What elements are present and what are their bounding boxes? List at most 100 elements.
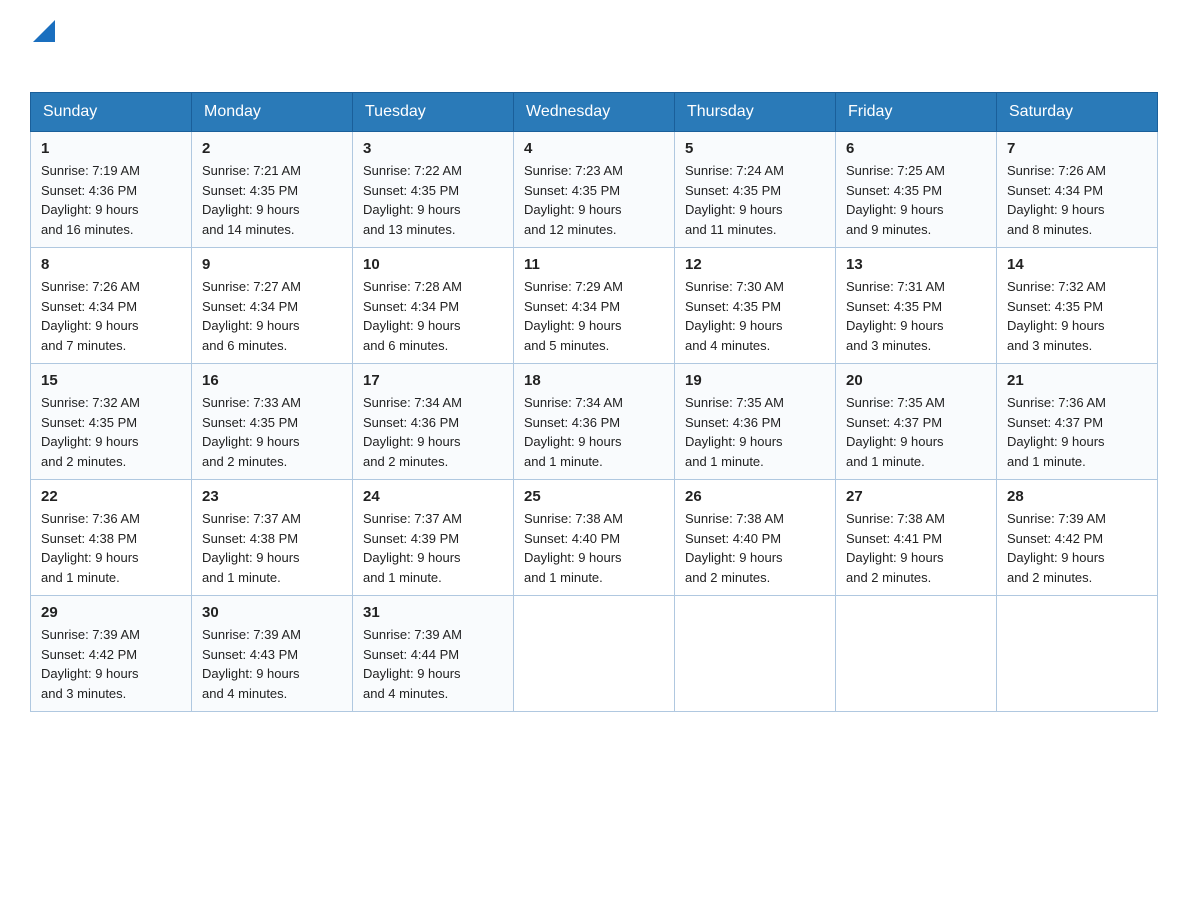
column-header-friday: Friday <box>836 93 997 132</box>
calendar-cell: 9 Sunrise: 7:27 AM Sunset: 4:34 PM Dayli… <box>192 248 353 364</box>
column-header-saturday: Saturday <box>997 93 1158 132</box>
day-number: 17 <box>363 372 503 389</box>
day-info: Sunrise: 7:30 AM Sunset: 4:35 PM Dayligh… <box>685 277 825 355</box>
day-number: 10 <box>363 256 503 273</box>
day-number: 28 <box>1007 488 1147 505</box>
logo-icon <box>33 20 55 44</box>
day-info: Sunrise: 7:21 AM Sunset: 4:35 PM Dayligh… <box>202 161 342 239</box>
calendar-cell: 31 Sunrise: 7:39 AM Sunset: 4:44 PM Dayl… <box>353 596 514 712</box>
day-number: 13 <box>846 256 986 273</box>
day-info: Sunrise: 7:35 AM Sunset: 4:37 PM Dayligh… <box>846 393 986 471</box>
calendar-cell: 21 Sunrise: 7:36 AM Sunset: 4:37 PM Dayl… <box>997 364 1158 480</box>
calendar-week-row: 1 Sunrise: 7:19 AM Sunset: 4:36 PM Dayli… <box>31 132 1158 248</box>
calendar-cell: 27 Sunrise: 7:38 AM Sunset: 4:41 PM Dayl… <box>836 480 997 596</box>
day-number: 14 <box>1007 256 1147 273</box>
day-number: 31 <box>363 604 503 621</box>
day-info: Sunrise: 7:26 AM Sunset: 4:34 PM Dayligh… <box>1007 161 1147 239</box>
day-info: Sunrise: 7:34 AM Sunset: 4:36 PM Dayligh… <box>363 393 503 471</box>
day-info: Sunrise: 7:38 AM Sunset: 4:41 PM Dayligh… <box>846 509 986 587</box>
column-header-wednesday: Wednesday <box>514 93 675 132</box>
calendar-cell: 26 Sunrise: 7:38 AM Sunset: 4:40 PM Dayl… <box>675 480 836 596</box>
day-number: 30 <box>202 604 342 621</box>
calendar-cell: 30 Sunrise: 7:39 AM Sunset: 4:43 PM Dayl… <box>192 596 353 712</box>
column-header-monday: Monday <box>192 93 353 132</box>
day-number: 4 <box>524 140 664 157</box>
day-info: Sunrise: 7:39 AM Sunset: 4:42 PM Dayligh… <box>1007 509 1147 587</box>
day-info: Sunrise: 7:33 AM Sunset: 4:35 PM Dayligh… <box>202 393 342 471</box>
day-number: 12 <box>685 256 825 273</box>
day-info: Sunrise: 7:24 AM Sunset: 4:35 PM Dayligh… <box>685 161 825 239</box>
day-number: 16 <box>202 372 342 389</box>
calendar-cell: 17 Sunrise: 7:34 AM Sunset: 4:36 PM Dayl… <box>353 364 514 480</box>
day-number: 22 <box>41 488 181 505</box>
calendar-cell: 28 Sunrise: 7:39 AM Sunset: 4:42 PM Dayl… <box>997 480 1158 596</box>
column-header-thursday: Thursday <box>675 93 836 132</box>
day-number: 3 <box>363 140 503 157</box>
day-number: 26 <box>685 488 825 505</box>
calendar-cell: 14 Sunrise: 7:32 AM Sunset: 4:35 PM Dayl… <box>997 248 1158 364</box>
day-info: Sunrise: 7:36 AM Sunset: 4:37 PM Dayligh… <box>1007 393 1147 471</box>
day-number: 6 <box>846 140 986 157</box>
day-info: Sunrise: 7:36 AM Sunset: 4:38 PM Dayligh… <box>41 509 181 587</box>
calendar-cell: 4 Sunrise: 7:23 AM Sunset: 4:35 PM Dayli… <box>514 132 675 248</box>
day-number: 27 <box>846 488 986 505</box>
day-info: Sunrise: 7:34 AM Sunset: 4:36 PM Dayligh… <box>524 393 664 471</box>
calendar-cell: 15 Sunrise: 7:32 AM Sunset: 4:35 PM Dayl… <box>31 364 192 480</box>
calendar-week-row: 22 Sunrise: 7:36 AM Sunset: 4:38 PM Dayl… <box>31 480 1158 596</box>
calendar-week-row: 29 Sunrise: 7:39 AM Sunset: 4:42 PM Dayl… <box>31 596 1158 712</box>
calendar-cell: 8 Sunrise: 7:26 AM Sunset: 4:34 PM Dayli… <box>31 248 192 364</box>
calendar-week-row: 8 Sunrise: 7:26 AM Sunset: 4:34 PM Dayli… <box>31 248 1158 364</box>
day-info: Sunrise: 7:28 AM Sunset: 4:34 PM Dayligh… <box>363 277 503 355</box>
day-info: Sunrise: 7:39 AM Sunset: 4:42 PM Dayligh… <box>41 625 181 703</box>
calendar-cell: 13 Sunrise: 7:31 AM Sunset: 4:35 PM Dayl… <box>836 248 997 364</box>
calendar-cell: 12 Sunrise: 7:30 AM Sunset: 4:35 PM Dayl… <box>675 248 836 364</box>
calendar-cell <box>997 596 1158 712</box>
calendar-cell: 19 Sunrise: 7:35 AM Sunset: 4:36 PM Dayl… <box>675 364 836 480</box>
calendar-cell: 3 Sunrise: 7:22 AM Sunset: 4:35 PM Dayli… <box>353 132 514 248</box>
day-info: Sunrise: 7:25 AM Sunset: 4:35 PM Dayligh… <box>846 161 986 239</box>
day-number: 25 <box>524 488 664 505</box>
day-info: Sunrise: 7:38 AM Sunset: 4:40 PM Dayligh… <box>685 509 825 587</box>
day-number: 5 <box>685 140 825 157</box>
day-number: 23 <box>202 488 342 505</box>
calendar-cell: 23 Sunrise: 7:37 AM Sunset: 4:38 PM Dayl… <box>192 480 353 596</box>
calendar-cell <box>675 596 836 712</box>
day-number: 7 <box>1007 140 1147 157</box>
calendar-cell: 5 Sunrise: 7:24 AM Sunset: 4:35 PM Dayli… <box>675 132 836 248</box>
day-number: 1 <box>41 140 181 157</box>
calendar-cell: 2 Sunrise: 7:21 AM Sunset: 4:35 PM Dayli… <box>192 132 353 248</box>
day-number: 21 <box>1007 372 1147 389</box>
calendar-cell: 20 Sunrise: 7:35 AM Sunset: 4:37 PM Dayl… <box>836 364 997 480</box>
day-number: 2 <box>202 140 342 157</box>
day-number: 15 <box>41 372 181 389</box>
day-number: 18 <box>524 372 664 389</box>
day-info: Sunrise: 7:29 AM Sunset: 4:34 PM Dayligh… <box>524 277 664 355</box>
column-header-sunday: Sunday <box>31 93 192 132</box>
calendar-table: SundayMondayTuesdayWednesdayThursdayFrid… <box>30 92 1158 712</box>
calendar-cell: 6 Sunrise: 7:25 AM Sunset: 4:35 PM Dayli… <box>836 132 997 248</box>
calendar-cell: 10 Sunrise: 7:28 AM Sunset: 4:34 PM Dayl… <box>353 248 514 364</box>
day-info: Sunrise: 7:32 AM Sunset: 4:35 PM Dayligh… <box>41 393 181 471</box>
day-info: Sunrise: 7:35 AM Sunset: 4:36 PM Dayligh… <box>685 393 825 471</box>
calendar-cell: 11 Sunrise: 7:29 AM Sunset: 4:34 PM Dayl… <box>514 248 675 364</box>
calendar-cell <box>836 596 997 712</box>
day-info: Sunrise: 7:38 AM Sunset: 4:40 PM Dayligh… <box>524 509 664 587</box>
day-number: 9 <box>202 256 342 273</box>
day-number: 19 <box>685 372 825 389</box>
day-info: Sunrise: 7:37 AM Sunset: 4:38 PM Dayligh… <box>202 509 342 587</box>
calendar-week-row: 15 Sunrise: 7:32 AM Sunset: 4:35 PM Dayl… <box>31 364 1158 480</box>
calendar-cell: 16 Sunrise: 7:33 AM Sunset: 4:35 PM Dayl… <box>192 364 353 480</box>
page-header <box>30 20 1158 72</box>
day-info: Sunrise: 7:39 AM Sunset: 4:44 PM Dayligh… <box>363 625 503 703</box>
day-info: Sunrise: 7:23 AM Sunset: 4:35 PM Dayligh… <box>524 161 664 239</box>
day-info: Sunrise: 7:32 AM Sunset: 4:35 PM Dayligh… <box>1007 277 1147 355</box>
day-info: Sunrise: 7:27 AM Sunset: 4:34 PM Dayligh… <box>202 277 342 355</box>
day-number: 20 <box>846 372 986 389</box>
day-info: Sunrise: 7:26 AM Sunset: 4:34 PM Dayligh… <box>41 277 181 355</box>
day-number: 29 <box>41 604 181 621</box>
calendar-cell: 24 Sunrise: 7:37 AM Sunset: 4:39 PM Dayl… <box>353 480 514 596</box>
calendar-cell: 25 Sunrise: 7:38 AM Sunset: 4:40 PM Dayl… <box>514 480 675 596</box>
day-info: Sunrise: 7:22 AM Sunset: 4:35 PM Dayligh… <box>363 161 503 239</box>
calendar-cell: 18 Sunrise: 7:34 AM Sunset: 4:36 PM Dayl… <box>514 364 675 480</box>
day-number: 8 <box>41 256 181 273</box>
